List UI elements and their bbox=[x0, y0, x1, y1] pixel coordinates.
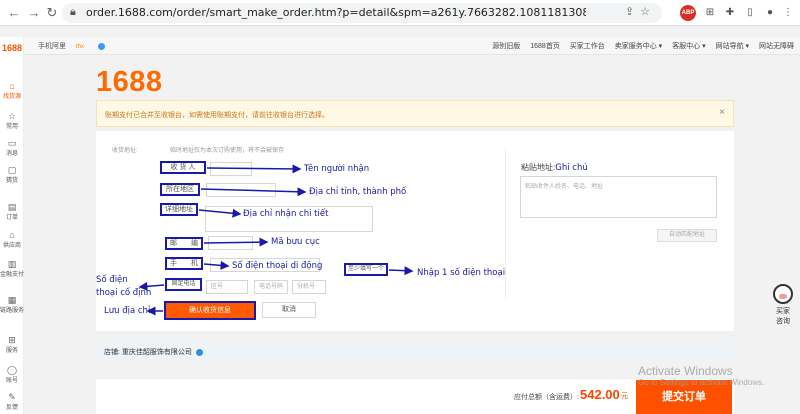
shop-name[interactable]: 店铺: 重庆佳韶服饰有限公司 bbox=[104, 349, 192, 356]
arrow-landline bbox=[138, 281, 165, 291]
chat-icon[interactable] bbox=[195, 348, 203, 356]
arrow-recipient bbox=[206, 164, 302, 174]
arrow-postal bbox=[203, 237, 269, 247]
buyer-consult-widget[interactable]: 买家 咨询 bbox=[768, 284, 798, 326]
total-label: 应付总额（含运费）: bbox=[514, 394, 579, 401]
arrow-address bbox=[198, 208, 242, 218]
annotation-phone-prompt: Nhập 1 số điện thoại bbox=[417, 268, 506, 278]
annotation-landline-1: Số điện bbox=[96, 275, 128, 285]
annotation-address: Địa chỉ nhận chi tiết bbox=[243, 209, 329, 219]
annotation-landline-2: thoại cố định bbox=[96, 288, 152, 298]
arrow-region bbox=[200, 187, 307, 197]
cow-mascot-icon bbox=[773, 284, 793, 304]
annotation-save: Lưu địa chỉ bbox=[104, 306, 151, 316]
total-amount: 542.00 bbox=[580, 387, 620, 402]
windows-activation-watermark: Activate Windows Go to Settings to activ… bbox=[638, 364, 765, 387]
arrow-phone-prompt bbox=[388, 266, 414, 276]
annotation-region: Địa chỉ tỉnh, thành phố bbox=[309, 187, 407, 197]
annotation-postal: Mã bưu cục bbox=[271, 237, 320, 247]
shop-row: 店铺: 重庆佳韶服饰有限公司 bbox=[96, 340, 734, 362]
arrow-mobile bbox=[203, 260, 230, 270]
annotation-recipient: Tên người nhận bbox=[304, 164, 370, 174]
currency-unit: 元 bbox=[621, 393, 628, 400]
annotation-mobile: Số điện thoại di động bbox=[232, 261, 323, 271]
